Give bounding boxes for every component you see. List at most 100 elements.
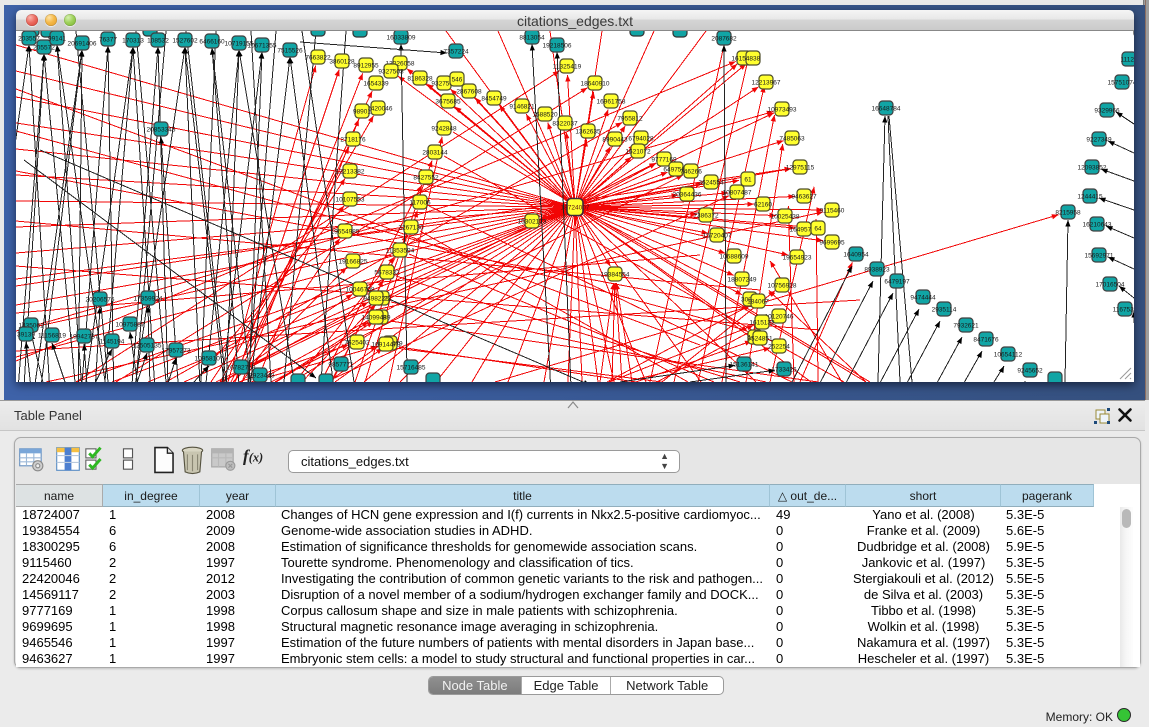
svg-text:98901: 98901 [353,108,371,115]
svg-text:1621072: 1621072 [625,148,651,155]
svg-text:1145194: 1145194 [100,338,125,345]
svg-text:108532: 108532 [147,37,169,44]
svg-text:1362635: 1362635 [575,128,601,135]
svg-text:746266: 746266 [680,168,702,175]
svg-text:9524851: 9524851 [747,335,773,342]
svg-text:16961758: 16961758 [597,98,626,105]
svg-text:6479197: 6479197 [884,278,910,285]
svg-text:2718176: 2718176 [340,136,366,143]
svg-text:10671355: 10671355 [248,42,277,49]
svg-text:9227349: 9227349 [1086,136,1112,143]
svg-text:10688609: 10688609 [720,253,749,260]
svg-text:117006: 117006 [409,199,431,206]
svg-text:16914479: 16914479 [372,341,401,348]
svg-text:1654339: 1654339 [363,80,389,87]
svg-text:2803144: 2803144 [422,149,448,156]
svg-text:10107553: 10107553 [336,196,365,203]
svg-text:7357224: 7357224 [443,48,469,55]
svg-text:1615132: 1615132 [749,319,775,326]
svg-text:10756928: 10756928 [768,282,797,289]
svg-text:2935114: 2935114 [932,306,957,313]
svg-text:16033809: 16033809 [387,34,416,41]
svg-text:5678332: 5678332 [374,269,400,276]
svg-text:546: 546 [452,76,463,83]
svg-text:3624554: 3624554 [698,179,724,186]
svg-text:10958107: 10958107 [195,355,224,362]
svg-text:20206576: 20206576 [86,296,115,303]
svg-text:15751074: 15751074 [1108,79,1134,86]
svg-text:15716485: 15716485 [397,364,426,371]
svg-text:8427552: 8427552 [413,174,439,181]
svg-text:9245652: 9245652 [1017,367,1043,374]
svg-text:19654923: 19654923 [783,254,812,261]
svg-text:17359924: 17359924 [134,295,163,302]
svg-text:10025438: 10025438 [771,213,800,220]
svg-text:16782759: 16782759 [227,364,256,371]
svg-text:10807487: 10807487 [723,189,752,196]
svg-text:6794028: 6794028 [628,135,654,142]
svg-text:11353594: 11353594 [386,247,415,254]
svg-text:64: 64 [814,225,822,232]
svg-text:11156819: 11156819 [38,332,66,339]
svg-text:7515526: 7515526 [277,47,303,54]
svg-text:15720407: 15720407 [703,232,732,239]
svg-text:15692971: 15692971 [1085,252,1114,259]
svg-text:170313: 170313 [122,37,144,44]
svg-text:61: 61 [744,176,752,183]
svg-text:9146821: 9146821 [509,103,535,110]
svg-text:14099489: 14099489 [362,314,391,321]
svg-text:11125: 11125 [1120,56,1134,63]
svg-text:99141: 99141 [48,35,66,42]
svg-text:9329966: 9329966 [1094,107,1120,114]
svg-text:12213967: 12213967 [752,79,781,86]
svg-text:1167534: 1167534 [1113,306,1134,313]
svg-text:17016504: 17016504 [1096,281,1125,288]
svg-text:9463627: 9463627 [791,193,817,200]
svg-text:12505135: 12505135 [133,342,162,349]
svg-text:7955812: 7955812 [617,115,643,122]
svg-text:3267130: 3267130 [398,224,424,231]
svg-text:18807249: 18807249 [728,276,757,283]
svg-text:1527602: 1527602 [172,37,198,44]
svg-text:184067: 184067 [747,298,769,305]
svg-text:18724007: 18724007 [561,205,590,212]
svg-text:19218506: 19218506 [543,42,572,49]
svg-text:9327503: 9327503 [378,68,404,75]
svg-text:8990443: 8990443 [602,136,628,143]
svg-text:252254: 252254 [768,343,790,350]
svg-text:12213382: 12213382 [336,168,365,175]
svg-text:10973493: 10973493 [768,106,797,113]
svg-text:12923448: 12923448 [246,372,275,379]
svg-text:12093852: 12093852 [1078,164,1107,171]
svg-text:6466160: 6466160 [199,38,225,45]
svg-text:16648784: 16648784 [872,105,901,112]
svg-text:1733426: 1733426 [771,366,797,373]
svg-text:20691406: 20691406 [68,40,97,47]
svg-text:19384554: 19384554 [601,271,630,278]
svg-text:8938923: 8938923 [864,266,890,273]
svg-text:11325419: 11325419 [553,63,582,70]
svg-text:15302173: 15302173 [518,218,547,225]
svg-text:7386372: 7386372 [693,212,719,219]
svg-text:17957273: 17957273 [162,347,191,354]
svg-text:9699695: 9699695 [819,239,845,246]
svg-text:76377: 76377 [99,36,117,43]
svg-text:9857771: 9857771 [328,361,354,368]
svg-text:16210643: 16210643 [1083,221,1112,228]
svg-text:7485063: 7485063 [779,135,805,142]
svg-text:7625402: 7625402 [344,339,370,346]
svg-text:2087682: 2087682 [711,35,737,42]
svg-text:10975887: 10975887 [116,321,145,328]
svg-text:12975115: 12975115 [786,164,815,171]
svg-text:8186328: 8186328 [407,75,433,82]
svg-text:10654112: 10654112 [994,351,1023,358]
svg-text:8454749: 8454749 [481,95,507,102]
svg-text:39139: 39139 [17,331,35,338]
svg-text:3860128: 3860128 [329,58,355,65]
svg-text:1244415: 1244415 [1077,193,1103,200]
svg-text:8322037: 8322037 [552,120,578,127]
svg-text:19654985: 19654985 [331,228,360,235]
svg-text:15136141: 15136141 [730,361,759,368]
svg-text:62160: 62160 [754,201,772,208]
svg-text:4838: 4838 [746,55,761,62]
